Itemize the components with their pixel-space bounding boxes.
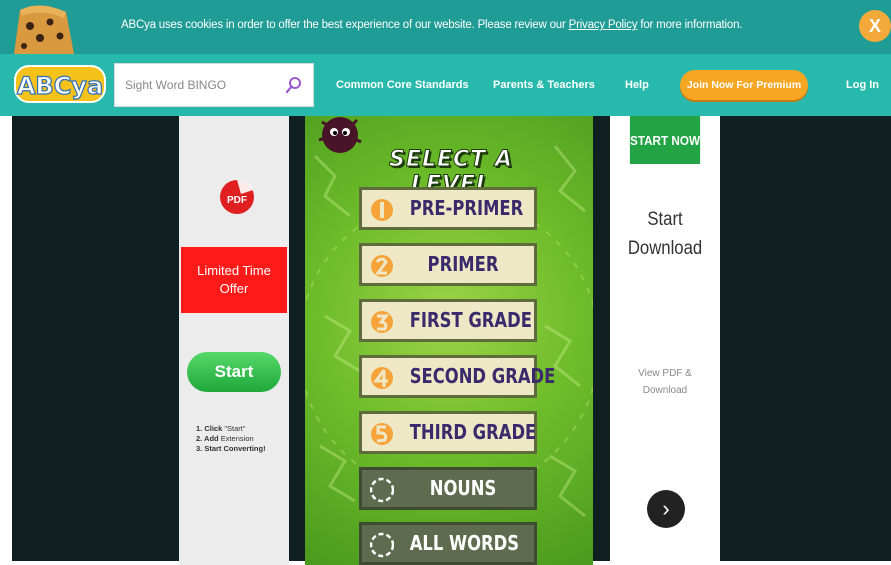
limited-offer-box[interactable]: Limited Time Offer: [181, 247, 287, 313]
view-pdf-line-1: View PDF &: [638, 368, 692, 379]
ad-steps-list: 1. Click "Start" 2. Add Extension 3. Sta…: [196, 424, 266, 453]
level-nouns-button[interactable]: NOUNS: [359, 467, 537, 510]
number-4-icon: [371, 367, 393, 389]
level-label: NOUNS: [429, 476, 497, 500]
login-link[interactable]: Log In: [846, 79, 879, 91]
cookie-message-text: ABCya uses cookies in order to offer the…: [121, 19, 569, 31]
join-premium-button[interactable]: Join Now For Premium: [680, 70, 808, 100]
number-5-icon: [371, 423, 393, 445]
offer-line-1: Limited Time: [197, 263, 271, 279]
close-cookie-button[interactable]: X: [859, 10, 891, 42]
level-label: SECOND GRADE: [409, 364, 556, 388]
level-third-grade-button[interactable]: THIRD GRADE: [359, 411, 537, 454]
star-icon: [370, 532, 394, 558]
nav-parents-teachers-link[interactable]: Parents & Teachers: [493, 79, 595, 91]
view-pdf-line-2: Download: [642, 385, 688, 396]
number-2-icon: [371, 255, 393, 277]
ad-step: 2. Add Extension: [196, 433, 254, 443]
level-label: THIRD GRADE: [409, 420, 537, 444]
number-1-icon: [371, 199, 393, 221]
cookie-message: ABCya uses cookies in order to offer the…: [121, 19, 742, 31]
search-input[interactable]: [115, 64, 275, 106]
privacy-policy-link[interactable]: Privacy Policy: [569, 19, 638, 31]
abcya-logo[interactable]: ABCya: [14, 62, 106, 106]
cookie-message-end: for more information.: [637, 19, 743, 31]
level-all-words-button[interactable]: ALL WORDS: [359, 522, 537, 565]
pdf-icon: PDF: [220, 180, 254, 214]
search-box: [114, 63, 314, 107]
cookie-banner: ABCya uses cookies in order to offer the…: [0, 0, 891, 54]
level-label: PRIMER: [427, 252, 499, 276]
ad-start-button[interactable]: Start: [187, 352, 281, 392]
logo-text: ABCya: [17, 72, 103, 100]
star-icon: [370, 477, 394, 503]
level-pre-primer-button[interactable]: PRE-PRIMER: [359, 187, 537, 230]
page-margin: [0, 116, 12, 565]
top-navbar: ABCya Common Core Standards Parents & Te…: [0, 54, 891, 116]
search-icon[interactable]: [285, 76, 303, 94]
number-3-icon: [371, 311, 393, 333]
chevron-right-icon[interactable]: ›: [647, 490, 685, 528]
level-second-grade-button[interactable]: SECOND GRADE: [359, 355, 556, 398]
ad-step: 1. Click "Start": [196, 424, 246, 433]
cookie-icon: [14, 5, 74, 54]
start-download-line-2: Download: [627, 237, 703, 259]
ad-step: 3. Start Converting!: [196, 443, 266, 453]
nav-help-link[interactable]: Help: [625, 79, 649, 91]
nav-common-core-link[interactable]: Common Core Standards: [336, 79, 469, 91]
level-label: FIRST GRADE: [409, 308, 532, 332]
start-now-button[interactable]: START NOW: [629, 116, 701, 164]
level-first-grade-button[interactable]: FIRST GRADE: [359, 299, 537, 342]
start-download-line-1: Start: [647, 209, 683, 230]
start-download-link[interactable]: Start Download: [625, 206, 704, 263]
pdf-icon-label: PDF: [227, 195, 247, 206]
offer-line-2: Offer: [219, 281, 249, 296]
level-primer-button[interactable]: PRIMER: [359, 243, 537, 286]
view-pdf-text: View PDF & Download: [620, 365, 710, 399]
level-label: PRE-PRIMER: [409, 196, 524, 220]
level-label: ALL WORDS: [409, 531, 520, 555]
